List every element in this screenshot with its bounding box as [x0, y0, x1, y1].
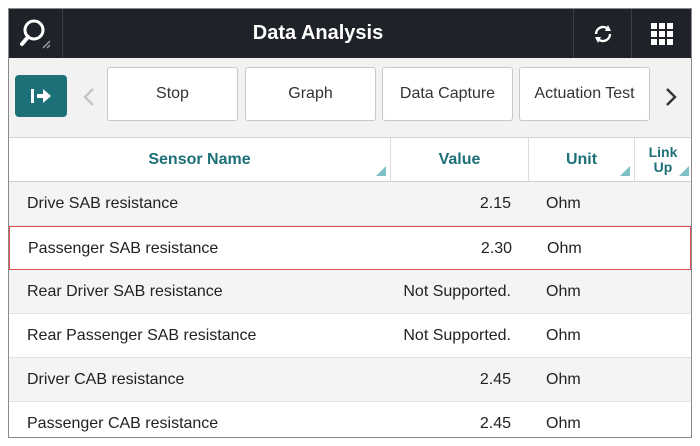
grid-menu-button[interactable]: [631, 9, 691, 58]
toolbar: Stop Graph Data Capture Actuation Test: [9, 58, 691, 138]
table-row-selected[interactable]: Passenger SAB resistance 2.30 Ohm: [9, 226, 691, 270]
column-header-link-up[interactable]: Link Up: [635, 138, 691, 182]
value-cell: Not Supported.: [403, 283, 511, 300]
data-capture-button[interactable]: Data Capture: [382, 67, 513, 121]
sensor-name-cell: Driver CAB resistance: [27, 371, 185, 388]
value-cell: Not Supported.: [403, 327, 511, 344]
value-cell: 2.45: [479, 371, 511, 388]
table-row[interactable]: Passenger CAB resistance 2.45 Ohm: [9, 402, 691, 437]
title-bar: Data Analysis: [9, 9, 691, 58]
column-header-sensor-name[interactable]: Sensor Name: [9, 138, 391, 182]
sensor-name-cell: Passenger CAB resistance: [27, 415, 219, 432]
column-header-value[interactable]: Value: [391, 138, 529, 182]
unit-cell: Ohm: [546, 195, 581, 212]
page-title: Data Analysis: [252, 22, 384, 44]
unit-cell: Ohm: [546, 283, 581, 300]
unit-cell: Ohm: [546, 371, 581, 388]
table-row[interactable]: Driver CAB resistance 2.45 Ohm: [9, 358, 691, 402]
sensor-table: Drive SAB resistance 2.15 Ohm Passenger …: [9, 182, 691, 437]
unit-cell: Ohm: [546, 415, 581, 432]
refresh-icon: [594, 24, 611, 43]
sensor-name-cell: Drive SAB resistance: [27, 195, 179, 212]
app-window: Data Analysis Stop Graph Data Capture Ac…: [8, 8, 692, 438]
sensor-name-cell: Passenger SAB resistance: [28, 240, 219, 257]
refresh-button[interactable]: [573, 9, 631, 58]
sensor-name-cell: Rear Passenger SAB resistance: [27, 327, 257, 344]
unit-cell: Ohm: [547, 240, 582, 257]
table-header: Sensor Name Value Unit Link Up: [9, 138, 691, 182]
exit-arrow-icon: [31, 89, 51, 103]
chevron-left-icon: [83, 88, 94, 106]
table-row[interactable]: Rear Passenger SAB resistance Not Suppor…: [9, 314, 691, 358]
search-icon: [19, 19, 51, 49]
value-cell: 2.45: [479, 415, 511, 432]
grid-menu-icon: [650, 22, 673, 45]
sort-indicator-icon: [679, 166, 689, 176]
table-row[interactable]: Drive SAB resistance 2.15 Ohm: [9, 182, 691, 226]
unit-cell: Ohm: [546, 327, 581, 344]
value-cell: 2.15: [479, 195, 511, 212]
sort-indicator-icon: [620, 166, 630, 176]
value-cell: 2.30: [480, 240, 512, 257]
chevron-right-icon: [666, 88, 677, 106]
actuation-test-button[interactable]: Actuation Test: [519, 67, 650, 121]
stop-button[interactable]: Stop: [107, 67, 238, 121]
graph-button[interactable]: Graph: [245, 67, 376, 121]
sensor-name-cell: Rear Driver SAB resistance: [27, 283, 223, 300]
exit-button[interactable]: [15, 75, 67, 117]
column-header-unit[interactable]: Unit: [529, 138, 635, 182]
sort-indicator-icon: [376, 166, 386, 176]
scroll-left-button[interactable]: [77, 82, 101, 112]
table-row[interactable]: Rear Driver SAB resistance Not Supported…: [9, 270, 691, 314]
search-button[interactable]: [9, 9, 63, 58]
scroll-right-button[interactable]: [659, 82, 683, 112]
